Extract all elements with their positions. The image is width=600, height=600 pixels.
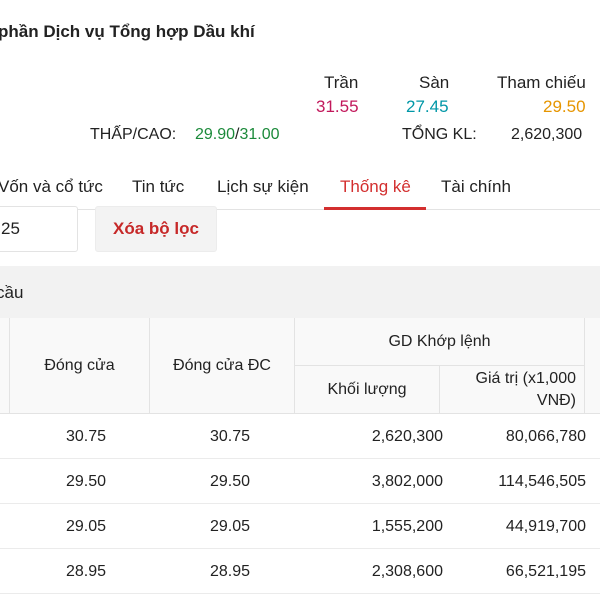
header-matched-group: GD Khớp lệnh [295, 318, 585, 366]
low-high-label: THẤP/CAO: [90, 126, 177, 143]
header-value: Giá trị (x1,000 VNĐ) [440, 366, 585, 414]
cell-close: 29.50 [65, 473, 106, 490]
tab-bar: Vốn và cổ tức Tin tức Lịch sự kiện Thống… [0, 165, 600, 210]
cell-close: 29.05 [65, 518, 106, 535]
high-value: 31.00 [239, 126, 280, 143]
table-row: 29.50 29.50 3,802,000 114,546,505 [0, 459, 600, 504]
tab-finance[interactable]: Tài chính [441, 177, 511, 197]
section-header: cầu [0, 266, 600, 318]
clear-filter-button[interactable]: Xóa bộ lọc [95, 206, 217, 252]
cell-volume: 3,802,000 [371, 473, 443, 490]
header-close-label: Đóng cửa [44, 356, 115, 374]
low-value: 29.90 [195, 126, 236, 143]
cell-close-adjusted: 28.95 [209, 563, 250, 580]
table-row: 29.05 29.05 1,555,200 44,919,700 [0, 504, 600, 549]
header-close: Đóng cửa [10, 318, 150, 414]
tab-news[interactable]: Tin tức [132, 177, 184, 197]
header-value-label: Giá trị (x1,000 VNĐ) [475, 369, 576, 409]
table-header-cell-right [585, 318, 600, 414]
floor-label: Sàn [419, 73, 450, 92]
ceiling-label: Trần [324, 73, 359, 92]
table-header-cell-left [0, 318, 10, 414]
ceiling-value: 31.55 [316, 97, 359, 116]
cell-value: 44,919,700 [505, 518, 586, 535]
cell-close-adjusted: 29.50 [209, 473, 250, 490]
header-volume: Khối lượng [295, 366, 440, 414]
tab-statistics[interactable]: Thống kê [340, 177, 411, 197]
cell-close: 28.95 [65, 563, 106, 580]
reference-label: Tham chiếu [497, 73, 586, 92]
header-close-adjusted: Đóng cửa ĐC [150, 318, 295, 414]
company-name: phần Dịch vụ Tổng hợp Dầu khí [0, 22, 255, 41]
floor-value: 27.45 [406, 97, 449, 116]
table-row: 30.75 30.75 2,620,300 80,066,780 [0, 414, 600, 459]
cell-close: 30.75 [65, 428, 106, 445]
tab-events[interactable]: Lịch sự kiện [217, 177, 309, 197]
cell-close-adjusted: 30.75 [209, 428, 250, 445]
price-history-table: Đóng cửa Đóng cửa ĐC GD Khớp lệnh Khối l… [0, 318, 600, 600]
reference-value: 29.50 [543, 97, 586, 116]
header-close-adjusted-label: Đóng cửa ĐC [173, 356, 271, 374]
cell-value: 66,521,195 [505, 563, 586, 580]
cell-value: 80,066,780 [505, 428, 586, 445]
total-volume-value: 2,620,300 [511, 126, 583, 143]
cell-volume: 2,308,600 [371, 563, 443, 580]
low-high-values: 29.90/31.00 [195, 126, 280, 144]
cell-volume: 2,620,300 [371, 428, 443, 445]
tab-capital-dividend[interactable]: Vốn và cổ tức [0, 177, 103, 197]
section-title: cầu [0, 283, 24, 302]
table-row: 28.95 28.95 2,308,600 66,521,195 [0, 549, 600, 594]
header-volume-label: Khối lượng [327, 380, 407, 398]
active-tab-indicator [324, 207, 426, 210]
cell-value: 114,546,505 [498, 473, 586, 490]
cell-volume: 1,555,200 [371, 518, 443, 535]
header-matched-group-label: GD Khớp lệnh [388, 332, 491, 350]
date-filter-input[interactable]: 25 [0, 206, 78, 252]
total-volume-label: TỔNG KL: [402, 126, 477, 143]
cell-close-adjusted: 29.05 [209, 518, 250, 535]
